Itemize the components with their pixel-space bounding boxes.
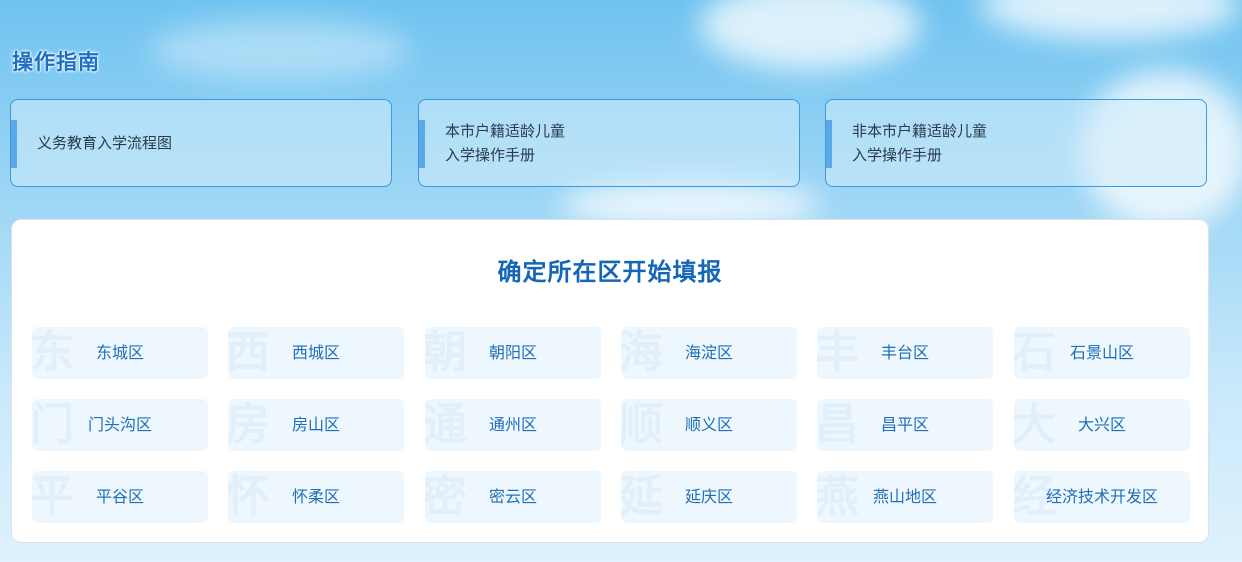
district-button-haidian[interactable]: 海 海淀区 [621,327,797,379]
district-button-changping[interactable]: 昌 昌平区 [817,399,993,451]
sky-cloud [700,0,920,70]
district-label: 海淀区 [684,343,733,362]
district-label: 怀柔区 [291,487,340,506]
district-label: 平谷区 [95,487,144,506]
guide-card-line2: 入学操作手册 [445,146,536,164]
district-button-fangshan[interactable]: 房 房山区 [228,399,404,451]
district-button-miyun[interactable]: 密 密云区 [425,471,601,523]
district-button-mentougou[interactable]: 门 门头沟区 [32,399,208,451]
district-button-pinggu[interactable]: 平 平谷区 [32,471,208,523]
district-panel: 确定所在区开始填报 东 东城区 西 西城区 朝 朝阳区 海 海淀区 丰 丰台区 … [11,219,1209,543]
district-label: 西城区 [291,343,340,362]
district-button-xicheng[interactable]: 西 西城区 [228,327,404,379]
card-accent-bar [419,120,425,168]
district-button-shijingshan[interactable]: 石 石景山区 [1014,327,1190,379]
district-button-tongzhou[interactable]: 通 通州区 [425,399,601,451]
district-label: 密云区 [488,487,537,506]
district-label: 延庆区 [684,487,733,506]
district-label: 经济技术开发区 [1045,487,1158,506]
district-label: 通州区 [488,415,537,434]
district-button-fengtai[interactable]: 丰 丰台区 [817,327,993,379]
district-label: 朝阳区 [488,343,537,362]
district-label: 丰台区 [880,343,929,362]
district-panel-title: 确定所在区开始填报 [497,257,723,286]
district-button-economic-dev-zone[interactable]: 经 经济技术开发区 [1014,471,1190,523]
guide-card-line2: 入学操作手册 [852,146,943,164]
sky-cloud [980,0,1240,40]
district-label: 顺义区 [684,415,733,434]
district-button-chaoyang[interactable]: 朝 朝阳区 [425,327,601,379]
district-label: 石景山区 [1069,343,1134,362]
district-label: 大兴区 [1077,415,1126,434]
sky-cloud [150,20,410,80]
guide-card-local-manual[interactable]: 本市户籍适龄儿童 入学操作手册 [418,99,800,187]
card-accent-bar [11,120,17,168]
district-button-daxing[interactable]: 大 大兴区 [1014,399,1190,451]
guide-card-line1: 本市户籍适龄儿童 [445,122,566,140]
district-button-shunyi[interactable]: 顺 顺义区 [621,399,797,451]
guide-card-line1: 非本市户籍适龄儿童 [852,122,988,140]
guide-card-nonlocal-manual[interactable]: 非本市户籍适龄儿童 入学操作手册 [825,99,1207,187]
district-label: 门头沟区 [87,415,152,434]
district-label: 房山区 [291,415,340,434]
district-button-huairou[interactable]: 怀 怀柔区 [228,471,404,523]
guide-section-title: 操作指南 [12,49,100,74]
guide-card-enrollment-flowchart[interactable]: 义务教育入学流程图 [10,99,392,187]
guide-card-line1: 义务教育入学流程图 [37,134,173,152]
district-button-yanqing[interactable]: 延 延庆区 [621,471,797,523]
district-label: 燕山地区 [872,487,937,506]
district-button-yanshan[interactable]: 燕 燕山地区 [817,471,993,523]
district-button-dongcheng[interactable]: 东 东城区 [32,327,208,379]
district-label: 昌平区 [880,415,929,434]
card-accent-bar [826,120,832,168]
district-label: 东城区 [95,343,144,362]
